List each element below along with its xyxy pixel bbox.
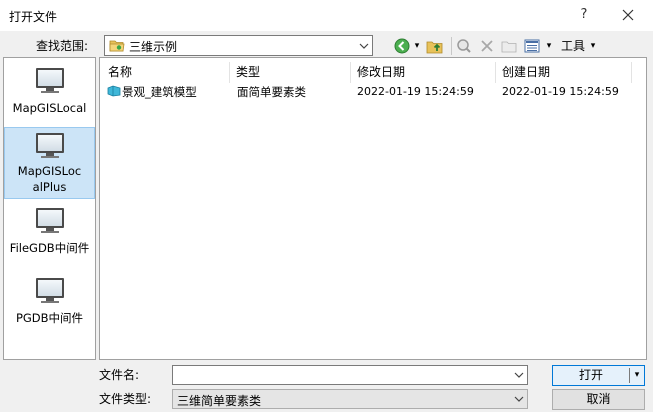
back-button[interactable] xyxy=(393,36,411,56)
column-header-modified[interactable]: 修改日期 xyxy=(351,62,496,83)
delete-button[interactable] xyxy=(478,36,496,56)
tools-dropdown[interactable]: ▾ xyxy=(587,36,599,56)
lookin-combobox[interactable]: 三维示例 xyxy=(104,35,373,56)
place-filegdb[interactable]: FileGDB中间件 xyxy=(4,208,95,264)
new-folder-button[interactable] xyxy=(500,36,518,56)
filetype-value: 三维简单要素类 xyxy=(177,394,262,408)
open-button-label: 打开 xyxy=(578,368,603,382)
monitor-icon xyxy=(35,68,65,94)
place-label: PGDB中间件 xyxy=(15,311,84,325)
column-header-name[interactable]: 名称 xyxy=(102,62,230,83)
lookin-value: 三维示例 xyxy=(129,40,178,54)
view-dropdown[interactable]: ▾ xyxy=(543,36,555,56)
chevron-down-icon[interactable] xyxy=(510,390,527,408)
view-button[interactable] xyxy=(522,36,542,56)
up-folder-button[interactable] xyxy=(425,36,445,56)
monitor-icon xyxy=(35,133,65,159)
file-name: 景观_建筑模型 xyxy=(122,85,197,99)
filetype-label: 文件类型: xyxy=(99,392,152,406)
place-mapgislocal[interactable]: MapGISLocal xyxy=(4,68,95,124)
place-pgdb[interactable]: PGDB中间件 xyxy=(4,278,95,334)
cancel-button[interactable]: 取消 xyxy=(552,389,645,410)
place-label: FileGDB中间件 xyxy=(9,241,90,255)
chevron-down-icon[interactable] xyxy=(510,366,527,384)
toolbar-separator xyxy=(451,37,452,55)
up-folder-icon xyxy=(426,41,443,54)
column-header-created[interactable]: 创建日期 xyxy=(496,62,632,83)
open-dropdown-arrow[interactable]: ▾ xyxy=(630,366,644,385)
folder-icon xyxy=(109,39,125,55)
open-button[interactable]: 打开 ▾ xyxy=(552,365,645,386)
back-dropdown[interactable]: ▾ xyxy=(411,36,423,56)
view-menu-icon xyxy=(524,39,540,53)
back-icon xyxy=(394,38,410,54)
monitor-icon xyxy=(35,278,65,304)
place-label: MapGISLocalPlus xyxy=(17,164,82,194)
search-button[interactable] xyxy=(455,36,473,56)
monitor-icon xyxy=(35,208,65,234)
delete-icon xyxy=(481,40,493,52)
feature-class-icon xyxy=(107,84,121,102)
close-icon xyxy=(622,9,634,21)
filetype-select[interactable]: 三维简单要素类 xyxy=(172,389,528,409)
title-bar: 打开文件 ? xyxy=(0,0,653,31)
file-type: 面简单要素类 xyxy=(237,85,306,99)
chevron-down-icon[interactable] xyxy=(355,36,372,55)
close-button[interactable] xyxy=(612,4,644,26)
filename-combobox[interactable] xyxy=(172,365,528,385)
file-list[interactable]: 名称 类型 修改日期 创建日期 景观_建筑模型 面简单要素类 2022-01-1… xyxy=(99,57,647,360)
help-button[interactable]: ? xyxy=(569,4,599,26)
tools-menu[interactable]: 工具 xyxy=(558,36,588,56)
file-modified: 2022-01-19 15:24:59 xyxy=(357,85,474,98)
place-label: MapGISLocal xyxy=(12,101,87,115)
lookin-label: 查找范围: xyxy=(36,39,89,53)
window-title: 打开文件 xyxy=(9,10,58,24)
search-icon xyxy=(457,39,471,53)
file-created: 2022-01-19 15:24:59 xyxy=(502,85,619,98)
new-folder-icon xyxy=(501,41,517,53)
filename-label: 文件名: xyxy=(99,368,140,382)
place-mapgislocalplus[interactable]: MapGISLocalPlus xyxy=(4,127,95,199)
places-bar: MapGISLocal MapGISLocalPlus FileGDB中间件 P… xyxy=(3,57,96,360)
column-header-type[interactable]: 类型 xyxy=(230,62,351,83)
